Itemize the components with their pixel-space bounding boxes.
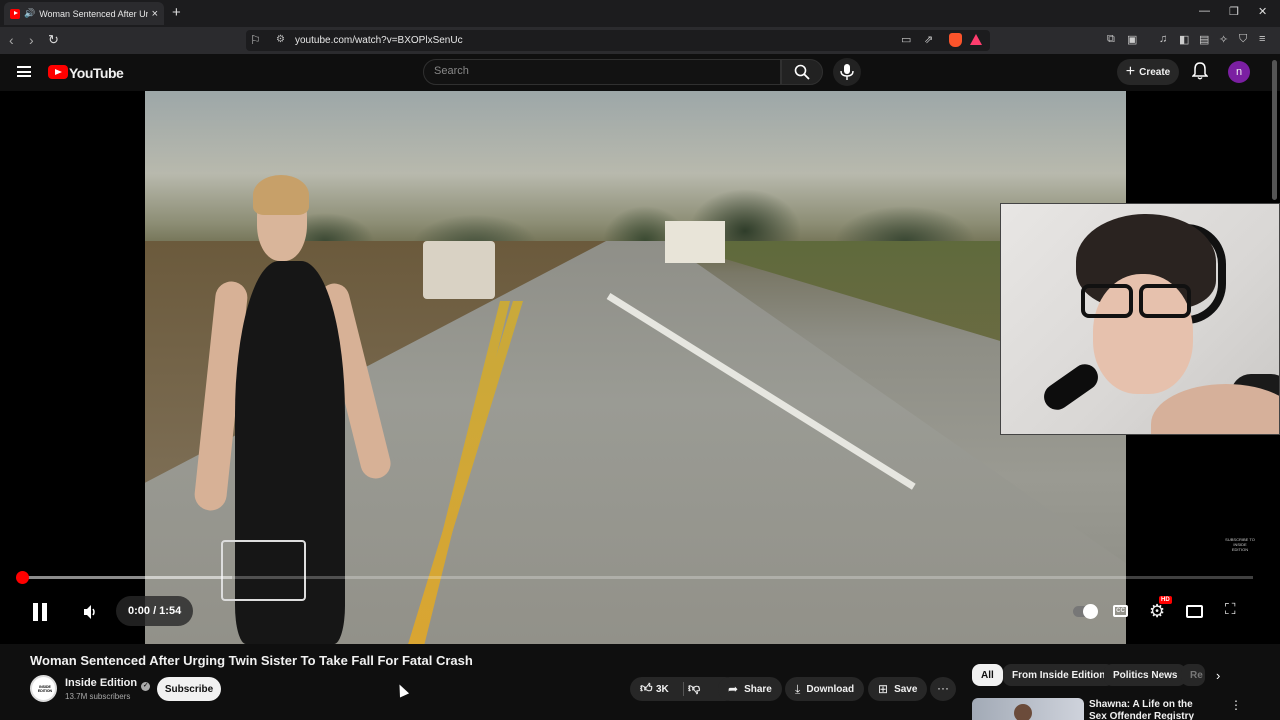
channel-avatar[interactable] <box>30 675 57 702</box>
chip-partial[interactable]: Re <box>1181 664 1205 686</box>
plus-icon: + <box>1125 63 1136 80</box>
theater-mode-button[interactable] <box>1186 605 1203 618</box>
microphone-prop <box>1038 359 1104 415</box>
tab-title: Woman Sentenced After Urging Twin Sister… <box>39 8 147 19</box>
vpn-icon[interactable]: ⛉ <box>1239 33 1247 46</box>
menu-icon[interactable] <box>17 66 31 77</box>
url-text[interactable]: youtube.com/watch?v=BXOPlxSenUc <box>295 35 463 46</box>
recommended-menu-icon[interactable]: ⋮ <box>1230 698 1242 712</box>
pause-button[interactable] <box>32 603 48 621</box>
media-icon[interactable]: ♫ <box>1159 33 1167 45</box>
voice-search-button[interactable] <box>833 58 861 86</box>
bookmark-icon[interactable]: ⚐ <box>250 33 261 47</box>
leo-ai-icon[interactable]: ✧ <box>1219 33 1228 46</box>
like-divider <box>683 682 684 696</box>
reading-list-icon[interactable]: ▣ <box>1127 33 1137 46</box>
sidebar-icon[interactable]: ◧ <box>1179 33 1189 46</box>
search-box[interactable] <box>423 59 781 85</box>
brave-shields-icon[interactable] <box>949 33 962 47</box>
search-button[interactable] <box>781 59 823 85</box>
like-count[interactable]: 3K <box>656 684 669 695</box>
channel-name[interactable]: Inside Edition ✓ <box>65 677 151 691</box>
close-window-button[interactable]: ✕ <box>1258 5 1267 18</box>
chip-all[interactable]: All <box>972 664 1003 686</box>
create-button[interactable]: + Create <box>1117 59 1179 85</box>
webcam-overlay <box>1000 203 1280 435</box>
user-avatar[interactable]: n <box>1228 61 1250 83</box>
like-icon[interactable]: 👍︎ <box>640 681 653 696</box>
subscribe-watermark[interactable]: SUBSCRIBE TO INSIDE EDITION <box>1225 537 1255 552</box>
reload-icon[interactable]: ↻ <box>48 32 59 48</box>
browser-tab-bar: 🔊 Woman Sentenced After Urging Twin Sist… <box>0 0 1280 27</box>
site-settings-icon[interactable]: ⚙ <box>276 34 285 45</box>
player-right-controls: CC ⚙ HD ⛶ <box>1063 596 1273 627</box>
subscriber-count: 13.7M subscribers <box>65 692 131 701</box>
search-input[interactable] <box>434 65 764 77</box>
recommended-thumbnail[interactable] <box>972 698 1084 720</box>
microphone-icon <box>840 64 854 80</box>
back-icon[interactable]: ‹ <box>9 32 14 48</box>
mouse-cursor <box>394 682 410 698</box>
create-label: Create <box>1139 66 1171 78</box>
page-scrollbar[interactable] <box>1272 60 1277 200</box>
volume-icon[interactable] <box>82 604 98 620</box>
download-icon: ⤓ <box>795 681 801 696</box>
more-actions-button[interactable]: ··· <box>930 677 956 701</box>
audio-playing-icon[interactable]: 🔊 <box>24 8 35 19</box>
glasses-icon <box>1081 284 1191 318</box>
youtube-logo-text[interactable]: YouTube <box>69 65 124 81</box>
notifications-icon[interactable] <box>1192 62 1208 80</box>
scrub-preview <box>221 540 306 601</box>
share-icon: ➦ <box>728 682 739 696</box>
dislike-icon[interactable]: 👎︎ <box>688 681 700 696</box>
chip-from-inside-edition[interactable]: From Inside Edition <box>1003 664 1115 686</box>
youtube-favicon-icon <box>10 8 20 19</box>
brave-rewards-icon[interactable] <box>970 34 982 45</box>
browser-tab[interactable]: 🔊 Woman Sentenced After Urging Twin Sist… <box>4 2 164 25</box>
minimize-button[interactable]: — <box>1199 5 1210 17</box>
save-button[interactable]: ⊞ Save <box>868 677 928 701</box>
forward-icon[interactable]: › <box>29 32 34 48</box>
download-button[interactable]: ⤓ Download <box>785 677 865 701</box>
captions-button[interactable]: CC <box>1113 605 1128 617</box>
save-label: Save <box>894 683 918 695</box>
close-tab-icon[interactable]: × <box>152 8 158 20</box>
channel-name-text[interactable]: Inside Edition <box>65 677 137 689</box>
browser-toolbar: ‹ › ↻ ⚐ ⚙ youtube.com/watch?v=BXOPlxSenU… <box>0 27 1280 54</box>
extensions-icon[interactable]: ⧉ <box>1107 33 1115 46</box>
youtube-header: YouTube + Create n <box>0 54 1280 91</box>
verified-check-icon: ✓ <box>141 682 151 691</box>
progress-bar[interactable] <box>16 571 1253 584</box>
share-button[interactable]: ➦ Share <box>718 677 782 701</box>
save-playlist-icon: ⊞ <box>878 682 889 696</box>
restore-button[interactable]: ❐ <box>1229 5 1239 18</box>
fullscreen-icon[interactable]: ⛶ <box>1225 601 1236 618</box>
hd-badge: HD <box>1159 596 1172 604</box>
recommended-title[interactable]: Shawna: A Life on the Sex Offender Regis… <box>1089 699 1209 720</box>
settings-gear-icon[interactable]: ⚙ <box>1149 601 1165 622</box>
address-bar[interactable]: ⚐ ⚙ youtube.com/watch?v=BXOPlxSenUc ▭ ⇗ <box>246 30 990 51</box>
time-display: 0:00 / 1:54 <box>116 596 194 626</box>
scrubber-handle[interactable] <box>16 571 29 584</box>
chevron-right-icon[interactable]: › <box>1216 668 1220 683</box>
video-title: Woman Sentenced After Urging Twin Sister… <box>30 653 473 668</box>
search-icon <box>794 64 810 80</box>
wallet-icon[interactable]: ▤ <box>1199 33 1209 46</box>
youtube-logo-icon[interactable] <box>48 65 68 79</box>
buffered-bar <box>22 576 232 579</box>
cast-icon[interactable]: ▭ <box>901 33 911 46</box>
share-page-icon[interactable]: ⇗ <box>924 33 933 46</box>
video-player[interactable]: SUBSCRIBE TO INSIDE EDITION 0:00 / 1:54 … <box>0 91 1280 644</box>
subscribe-button[interactable]: Subscribe <box>157 677 221 701</box>
autoplay-toggle[interactable] <box>1073 604 1098 619</box>
share-label: Share <box>744 683 772 695</box>
browser-menu-icon[interactable]: ≡ <box>1259 33 1265 45</box>
new-tab-button[interactable]: + <box>172 4 181 21</box>
chip-politics-news[interactable]: Politics News <box>1104 664 1187 686</box>
video-house <box>665 221 725 263</box>
download-label: Download <box>806 683 855 695</box>
